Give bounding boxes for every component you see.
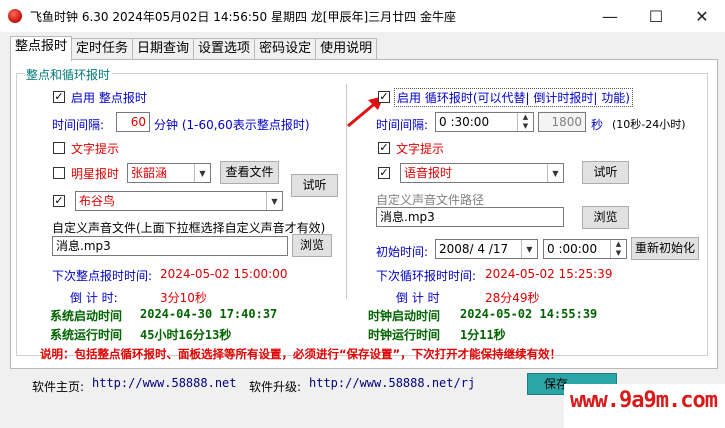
star-chime-label: 明星报时 — [71, 167, 120, 181]
next-hourly-label: 下次整点报时时间: — [52, 269, 153, 283]
custom-sound-input[interactable]: 消息.mp3 — [52, 236, 288, 256]
clock-run-value: 1分11秒 — [460, 328, 506, 342]
maximize-button[interactable]: ☐ — [633, 0, 679, 32]
star-chime-checkbox[interactable] — [53, 167, 65, 179]
minimize-icon: — — [602, 6, 618, 26]
minimize-button[interactable]: — — [587, 0, 633, 32]
right-countdown-label: 倒 计 时 — [396, 291, 440, 305]
upgrade-link[interactable]: http://www.58888.net/rj — [309, 376, 475, 390]
tab-date-query[interactable]: 日期查询 — [133, 38, 195, 60]
sound-select[interactable]: 布谷鸟 ▼ — [75, 191, 283, 211]
right-listen-button[interactable]: 试听 — [582, 161, 629, 184]
sys-start-value: 2024-04-30 17:40:37 — [140, 307, 278, 321]
tab-password[interactable]: 密码设定 — [255, 38, 317, 60]
tab-scheduled-tasks[interactable]: 定时任务 — [72, 38, 134, 60]
interval-label: 时间间隔: — [52, 118, 105, 132]
spinner-arrows-icon[interactable]: ▲ ▼ — [610, 240, 626, 258]
star-select[interactable]: 张韶涵 ▼ — [127, 163, 211, 183]
loop-text-tip-label: 文字提示 — [396, 142, 445, 156]
loop-interval-label: 时间间隔: — [376, 118, 429, 132]
left-listen-button[interactable]: 试听 — [291, 174, 338, 197]
tab-bar: 整点报时 定时任务 日期查询 设置选项 密码设定 使用说明 — [10, 36, 378, 61]
loop-enable-label: 启用 循环报时(可以代替| 倒计时报时| 功能) — [394, 88, 633, 107]
chevron-down-icon: ▼ — [266, 192, 282, 210]
close-button[interactable]: ✕ — [679, 0, 725, 32]
voice-select-value: 语音报时 — [404, 166, 453, 180]
save-note: 说明：包括整点循环报时、面板选择等所有设置，必须进行“保存设置”，下次打开才能保… — [40, 347, 562, 361]
next-loop-label: 下次循环报时时间: — [376, 269, 477, 283]
clock-start-value: 2024-05-02 14:55:39 — [460, 307, 598, 321]
init-time-label: 初始时间: — [376, 245, 429, 259]
left-countdown-label: 倒 计 时: — [70, 291, 118, 305]
clock-run-label: 时钟运行时间 — [368, 328, 441, 342]
chevron-down-icon: ▼ — [194, 164, 210, 182]
loop-seconds-input[interactable]: 1800 — [538, 112, 586, 132]
loop-enable-checkbox[interactable]: ✓ — [378, 91, 390, 103]
right-custom-sound-input[interactable]: 消息.mp3 — [376, 207, 564, 227]
voice-enable-checkbox[interactable]: ✓ — [378, 167, 390, 179]
hourly-enable-label: 启用 整点报时 — [71, 91, 147, 105]
tab-help[interactable]: 使用说明 — [316, 38, 378, 60]
sound-enable-checkbox[interactable]: ✓ — [53, 195, 65, 207]
tab-settings[interactable]: 设置选项 — [194, 38, 256, 60]
maximize-icon: ☐ — [648, 6, 664, 26]
star-select-value: 张韶涵 — [131, 166, 168, 180]
left-countdown-value: 3分10秒 — [160, 291, 207, 305]
reinit-button[interactable]: 重新初始化 — [631, 237, 699, 260]
hourly-enable-checkbox[interactable]: ✓ — [53, 91, 65, 103]
sound-select-value: 布谷鸟 — [79, 194, 116, 208]
seconds-unit-label: 秒 — [591, 118, 604, 132]
upgrade-label: 软件升级: — [249, 380, 302, 394]
loop-interval-value: 0 :30:00 — [439, 115, 490, 129]
loop-text-tip-checkbox[interactable]: ✓ — [378, 142, 390, 154]
right-countdown-value: 28分49秒 — [485, 291, 540, 305]
init-time-spinner[interactable]: 0 :00:00 ▲ ▼ — [543, 239, 627, 259]
custom-path-label: 自定义声音文件路径 — [376, 193, 485, 207]
home-link[interactable]: http://www.58888.net — [92, 376, 237, 390]
range-note: (10秒-24小时) — [612, 118, 686, 131]
next-hourly-value: 2024-05-02 15:00:00 — [160, 267, 288, 281]
group-title: 整点和循环报时 — [24, 66, 113, 83]
left-browse-button[interactable]: 浏览 — [292, 234, 332, 257]
clock-start-label: 时钟启动时间 — [368, 309, 441, 323]
tab-hourly-chime[interactable]: 整点报时 — [10, 36, 73, 61]
init-date-value: 2008/ 4 /17 — [439, 242, 509, 256]
close-icon: ✕ — [695, 6, 709, 26]
next-loop-value: 2024-05-02 15:25:39 — [485, 267, 613, 281]
app-icon — [8, 9, 22, 23]
init-date-picker[interactable]: 2008/ 4 /17 ▼ — [435, 239, 538, 259]
loop-interval-spinner[interactable]: 0 :30:00 ▲ ▼ — [435, 112, 534, 132]
chevron-down-icon: ▼ — [547, 164, 563, 182]
sys-run-label: 系统运行时间 — [50, 328, 123, 342]
custom-sound-label: 自定义声音文件(上面下拉框选择自定义声音才有效) — [52, 221, 326, 235]
watermark-text: www.9a9m.com — [570, 388, 718, 413]
view-file-button[interactable]: 查看文件 — [220, 161, 279, 184]
spinner-arrows-icon[interactable]: ▲ ▼ — [517, 113, 533, 131]
home-label: 软件主页: — [32, 380, 85, 394]
voice-select[interactable]: 语音报时 ▼ — [400, 163, 564, 183]
text-tip-label: 文字提示 — [71, 142, 120, 156]
right-browse-button[interactable]: 浏览 — [582, 206, 629, 229]
window-title: 飞鱼时钟 6.30 2024年05月02日 14:56:50 星期四 龙[甲辰年… — [30, 10, 456, 24]
sys-run-value: 45小时16分13秒 — [140, 328, 232, 342]
sys-start-label: 系统启动时间 — [50, 309, 123, 323]
chevron-down-icon: ▼ — [521, 240, 537, 258]
text-tip-checkbox[interactable] — [53, 142, 65, 154]
init-time-value: 0 :00:00 — [547, 242, 598, 256]
interval-unit-label: 分钟 (1-60,60表示整点报时) — [154, 118, 310, 132]
interval-minutes-input[interactable]: 60 — [116, 112, 150, 132]
